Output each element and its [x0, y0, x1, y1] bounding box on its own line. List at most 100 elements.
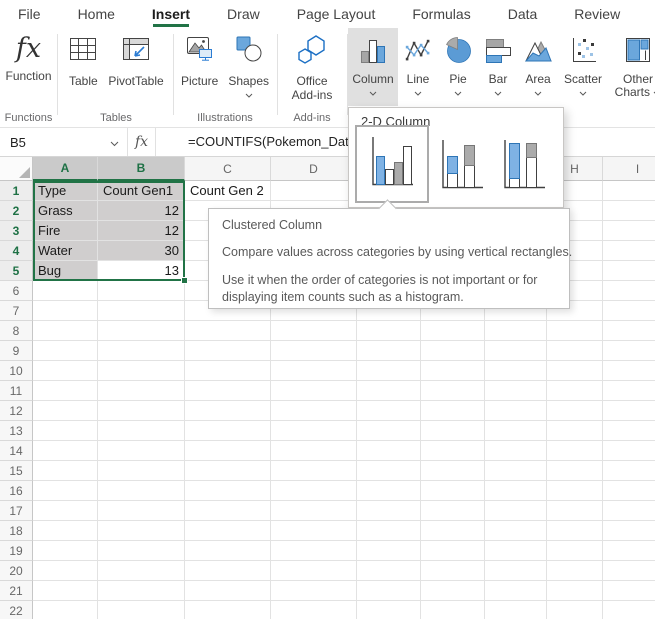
cell-B9[interactable] [98, 341, 185, 361]
cell-F22[interactable] [421, 601, 485, 619]
cell-I2[interactable] [603, 201, 655, 221]
cell-B17[interactable] [98, 501, 185, 521]
row-header-4[interactable]: 4 [0, 241, 33, 261]
cell-A9[interactable] [33, 341, 98, 361]
cell-I5[interactable] [603, 261, 655, 281]
cell-C14[interactable] [185, 441, 271, 461]
cell-B4[interactable]: 30 [98, 241, 185, 261]
shapes-button[interactable]: Shapes [223, 28, 274, 98]
cell-C20[interactable] [185, 561, 271, 581]
row-header-13[interactable]: 13 [0, 421, 33, 441]
cell-C9[interactable] [185, 341, 271, 361]
menu-tab-data[interactable]: Data [508, 0, 538, 28]
cell-G11[interactable] [485, 381, 547, 401]
cell-A11[interactable] [33, 381, 98, 401]
cell-F19[interactable] [421, 541, 485, 561]
area-chart-button[interactable]: Area [518, 28, 558, 106]
cell-I8[interactable] [603, 321, 655, 341]
cell-A13[interactable] [33, 421, 98, 441]
menu-tab-file[interactable]: File [18, 0, 41, 28]
column-header-A[interactable]: A [33, 157, 98, 181]
cell-H14[interactable] [547, 441, 603, 461]
cell-B20[interactable] [98, 561, 185, 581]
cell-G19[interactable] [485, 541, 547, 561]
cell-F10[interactable] [421, 361, 485, 381]
column-header-D[interactable]: D [271, 157, 357, 181]
row-header-21[interactable]: 21 [0, 581, 33, 601]
table-button[interactable]: Table [63, 28, 103, 88]
cell-D19[interactable] [271, 541, 357, 561]
cell-A5[interactable]: Bug [33, 261, 98, 281]
row-header-2[interactable]: 2 [0, 201, 33, 221]
cell-G10[interactable] [485, 361, 547, 381]
cell-B3[interactable]: 12 [98, 221, 185, 241]
cell-B22[interactable] [98, 601, 185, 619]
cell-C11[interactable] [185, 381, 271, 401]
cell-I12[interactable] [603, 401, 655, 421]
row-header-16[interactable]: 16 [0, 481, 33, 501]
cell-H18[interactable] [547, 521, 603, 541]
cell-C18[interactable] [185, 521, 271, 541]
cell-F12[interactable] [421, 401, 485, 421]
cell-A8[interactable] [33, 321, 98, 341]
cell-H22[interactable] [547, 601, 603, 619]
row-header-17[interactable]: 17 [0, 501, 33, 521]
cell-A10[interactable] [33, 361, 98, 381]
column-header-I[interactable]: I [603, 157, 655, 181]
cell-E22[interactable] [357, 601, 421, 619]
cell-E17[interactable] [357, 501, 421, 521]
menu-tab-review[interactable]: Review [574, 0, 620, 28]
cell-C16[interactable] [185, 481, 271, 501]
cell-D13[interactable] [271, 421, 357, 441]
cell-D9[interactable] [271, 341, 357, 361]
cell-A20[interactable] [33, 561, 98, 581]
cell-C10[interactable] [185, 361, 271, 381]
row-header-11[interactable]: 11 [0, 381, 33, 401]
cell-D16[interactable] [271, 481, 357, 501]
insert-function-button[interactable]: fx [128, 128, 156, 156]
chevron-down-icon[interactable] [110, 135, 119, 150]
cell-D21[interactable] [271, 581, 357, 601]
cell-C15[interactable] [185, 461, 271, 481]
scatter-chart-button[interactable]: Scatter [558, 28, 608, 106]
cell-F9[interactable] [421, 341, 485, 361]
cell-H8[interactable] [547, 321, 603, 341]
menu-tab-formulas[interactable]: Formulas [412, 0, 470, 28]
cell-I20[interactable] [603, 561, 655, 581]
cell-F16[interactable] [421, 481, 485, 501]
cell-E15[interactable] [357, 461, 421, 481]
cell-I15[interactable] [603, 461, 655, 481]
cell-B2[interactable]: 12 [98, 201, 185, 221]
cell-E20[interactable] [357, 561, 421, 581]
cell-B18[interactable] [98, 521, 185, 541]
cell-F20[interactable] [421, 561, 485, 581]
cell-H15[interactable] [547, 461, 603, 481]
cell-A16[interactable] [33, 481, 98, 501]
cell-G21[interactable] [485, 581, 547, 601]
cell-I11[interactable] [603, 381, 655, 401]
menu-tab-draw[interactable]: Draw [227, 0, 260, 28]
cell-H12[interactable] [547, 401, 603, 421]
cell-E13[interactable] [357, 421, 421, 441]
cell-G22[interactable] [485, 601, 547, 619]
cell-H19[interactable] [547, 541, 603, 561]
cell-D10[interactable] [271, 361, 357, 381]
cell-H21[interactable] [547, 581, 603, 601]
cell-H11[interactable] [547, 381, 603, 401]
cell-C12[interactable] [185, 401, 271, 421]
row-header-12[interactable]: 12 [0, 401, 33, 421]
cell-C22[interactable] [185, 601, 271, 619]
cell-B1[interactable]: Count Gen1 [98, 181, 185, 201]
cell-E18[interactable] [357, 521, 421, 541]
cell-G13[interactable] [485, 421, 547, 441]
column-chart-button[interactable]: Column [348, 28, 398, 106]
column-header-C[interactable]: C [185, 157, 271, 181]
cell-D15[interactable] [271, 461, 357, 481]
cell-D20[interactable] [271, 561, 357, 581]
cell-G9[interactable] [485, 341, 547, 361]
cell-H13[interactable] [547, 421, 603, 441]
gallery-option-stacked-column[interactable] [437, 132, 487, 202]
cell-A2[interactable]: Grass [33, 201, 98, 221]
cell-G12[interactable] [485, 401, 547, 421]
cell-A21[interactable] [33, 581, 98, 601]
